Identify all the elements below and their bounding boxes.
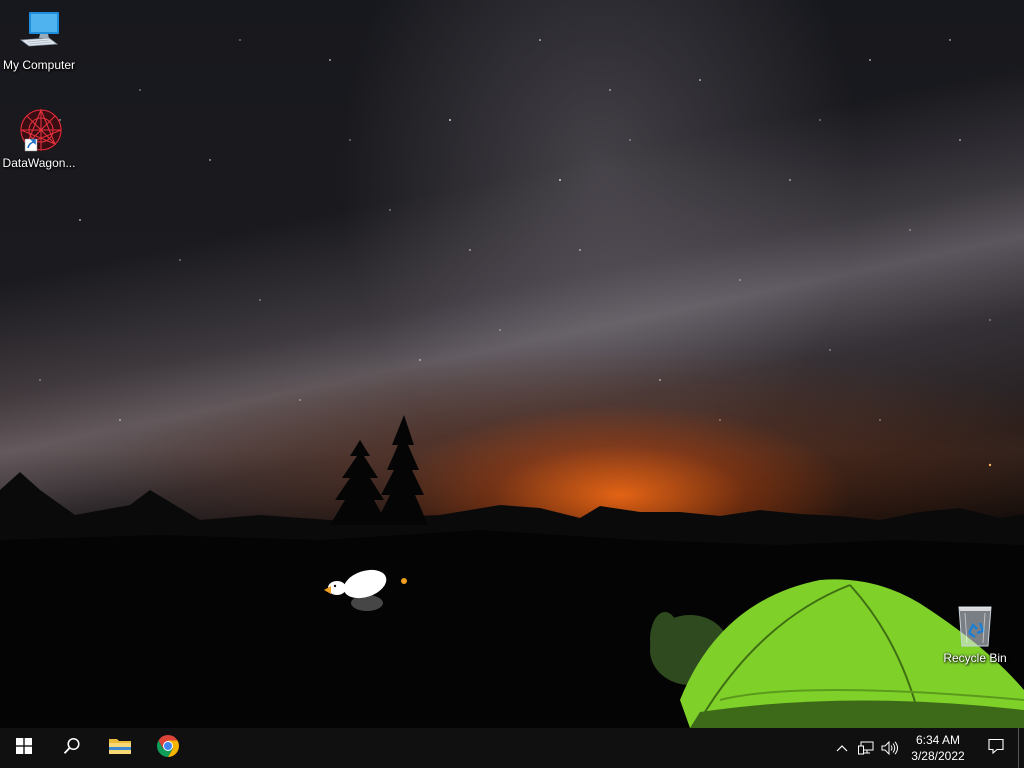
taskbar-clock[interactable]: 6:34 AM 3/28/2022 (902, 728, 974, 768)
chevron-up-icon[interactable] (830, 728, 854, 768)
system-tray: 6:34 AM 3/28/2022 (830, 728, 1024, 768)
network-icon[interactable] (854, 728, 878, 768)
search-icon (63, 737, 81, 760)
pine-trees (330, 415, 428, 525)
volume-icon[interactable] (878, 728, 902, 768)
desktop-icon-label: Recycle Bin (943, 651, 1007, 665)
stars (39, 39, 992, 467)
desktop-icon-label: My Computer (2, 58, 76, 72)
clock-date: 3/28/2022 (911, 749, 965, 763)
wallpaper-scene (0, 39, 1024, 728)
taskbar-file-explorer[interactable] (96, 728, 144, 768)
desktop-icon-datawagon[interactable]: DataWagon... (1, 106, 77, 170)
recycle-bin-icon (951, 601, 999, 649)
clock-time: 6:34 AM (915, 733, 961, 747)
computer-icon (15, 8, 63, 56)
action-center-button[interactable] (974, 728, 1018, 768)
show-desktop-button[interactable] (1018, 728, 1024, 768)
notification-icon (988, 738, 1004, 759)
desktop-icon-my-computer[interactable]: My Computer (1, 8, 77, 72)
datawagon-icon (15, 106, 63, 154)
windows-logo-icon (16, 737, 32, 759)
desktop-icon-label: DataWagon... (2, 156, 76, 170)
taskbar-chrome[interactable] (144, 728, 192, 768)
start-button[interactable] (0, 728, 48, 768)
desktop-wallpaper (0, 0, 1024, 728)
search-button[interactable] (48, 728, 96, 768)
taskbar: 6:34 AM 3/28/2022 (0, 728, 1024, 768)
desktop-icon-recycle-bin[interactable]: Recycle Bin (937, 601, 1013, 665)
chrome-icon (156, 734, 180, 763)
folder-icon (108, 736, 132, 761)
